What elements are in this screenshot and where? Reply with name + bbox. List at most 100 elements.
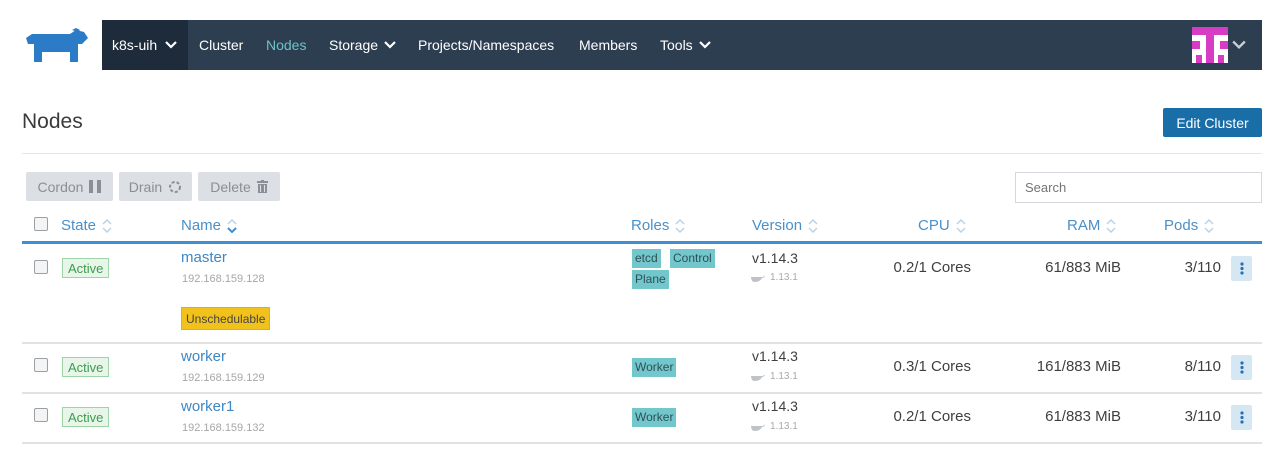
- column-label: Pods: [1164, 217, 1199, 234]
- rancher-logo-icon[interactable]: [22, 28, 92, 68]
- sort-icon: [1204, 218, 1214, 233]
- sort-icon: [956, 218, 966, 233]
- trash-icon: [256, 180, 268, 193]
- page-title: Nodes: [22, 110, 83, 133]
- nav-projects-namespaces[interactable]: Projects/Namespaces: [418, 20, 554, 70]
- chevron-down-icon: [165, 41, 177, 49]
- column-label: Roles: [631, 217, 670, 234]
- node-ip: 192.168.159.129: [182, 372, 265, 384]
- column-header-ram[interactable]: RAM: [1067, 217, 1116, 234]
- column-header-roles[interactable]: Roles: [631, 217, 685, 234]
- nav-label: Nodes: [266, 37, 307, 53]
- docker-icon: [751, 424, 765, 431]
- docker-version: 1.13.1: [751, 371, 798, 382]
- docker-version-label: 1.13.1: [770, 421, 798, 432]
- column-label: State: [61, 217, 97, 234]
- avatar-icon[interactable]: [1192, 27, 1228, 63]
- table-header-divider: [22, 241, 1262, 244]
- cpu-usage: 0.3/1 Cores: [893, 358, 971, 375]
- nav-tools[interactable]: Tools: [660, 20, 711, 70]
- column-label: Name: [181, 217, 222, 234]
- column-header-cpu[interactable]: CPU: [918, 217, 966, 234]
- column-header-name[interactable]: Name: [181, 217, 237, 234]
- column-header-state[interactable]: State: [61, 217, 112, 234]
- sort-icon: [1106, 218, 1116, 233]
- delete-label: Delete: [210, 178, 251, 195]
- cordon-button[interactable]: Cordon: [26, 172, 113, 201]
- kubernetes-version: v1.14.3: [752, 250, 798, 266]
- node-name-link[interactable]: worker: [181, 348, 226, 365]
- node-ip: 192.168.159.132: [182, 422, 265, 434]
- cluster-selector[interactable]: k8s-uih: [102, 20, 188, 70]
- nav-label: Members: [579, 37, 638, 53]
- kubernetes-version: v1.14.3: [752, 348, 798, 364]
- nav-nodes[interactable]: Nodes: [266, 20, 306, 70]
- cordon-label: Cordon: [37, 178, 84, 195]
- unschedulable-badge: Unschedulable: [181, 307, 271, 330]
- row-actions-button[interactable]: [1231, 405, 1252, 430]
- column-label: Version: [752, 217, 803, 234]
- kubernetes-version: v1.14.3: [752, 398, 798, 414]
- pause-icon: [89, 180, 102, 193]
- kebab-menu-icon: [1239, 411, 1244, 424]
- drain-button[interactable]: Drain: [119, 172, 192, 201]
- top-navbar: k8s-uih Cluster Nodes Storage Projects/N…: [102, 20, 1262, 70]
- nav-cluster[interactable]: Cluster: [199, 20, 243, 70]
- search-input[interactable]: [1015, 172, 1262, 203]
- ram-usage: 61/883 MiB: [1045, 408, 1121, 425]
- cpu-usage: 0.2/1 Cores: [893, 259, 971, 276]
- docker-version: 1.13.1: [751, 421, 798, 432]
- drain-label: Drain: [128, 178, 163, 195]
- row-actions-button[interactable]: [1231, 355, 1252, 380]
- row-divider: [22, 442, 1262, 444]
- role-badge: Worker: [632, 408, 677, 427]
- sort-icon: [808, 218, 818, 233]
- sort-icon: [227, 218, 237, 233]
- status-badge: Active: [62, 357, 110, 377]
- nav-label: Projects/Namespaces: [418, 37, 555, 53]
- edit-cluster-button[interactable]: Edit Cluster: [1163, 108, 1262, 137]
- column-label: RAM: [1067, 217, 1101, 234]
- docker-version-label: 1.13.1: [770, 272, 798, 283]
- nav-label: Tools: [660, 37, 693, 53]
- column-header-pods[interactable]: Pods: [1164, 217, 1214, 234]
- divider: [22, 153, 1262, 154]
- ram-usage: 161/883 MiB: [1036, 358, 1121, 375]
- column-label: CPU: [918, 217, 950, 234]
- nav-label: Cluster: [199, 37, 244, 53]
- row-checkbox[interactable]: [34, 260, 48, 274]
- role-badge: Control: [670, 249, 715, 268]
- status-badge: Active: [62, 258, 110, 278]
- nav-storage[interactable]: Storage: [329, 20, 396, 70]
- refresh-icon: [169, 180, 182, 193]
- pods-count: 3/110: [1184, 259, 1221, 276]
- sort-icon: [675, 218, 685, 233]
- chevron-down-icon: [384, 41, 396, 49]
- status-badge: Active: [62, 407, 110, 427]
- docker-version: 1.13.1: [751, 272, 798, 283]
- select-all-checkbox[interactable]: [34, 217, 48, 231]
- kebab-menu-icon: [1239, 361, 1244, 374]
- delete-button[interactable]: Delete: [198, 172, 280, 201]
- docker-icon: [751, 374, 765, 381]
- row-checkbox[interactable]: [34, 358, 48, 372]
- role-badge: etcd: [632, 249, 661, 268]
- chevron-down-icon: [698, 41, 711, 49]
- row-actions-button[interactable]: [1231, 256, 1252, 281]
- sort-icon: [102, 218, 112, 233]
- docker-version-label: 1.13.1: [770, 371, 798, 382]
- chevron-down-icon[interactable]: [1232, 40, 1246, 50]
- node-name-link[interactable]: master: [181, 249, 227, 266]
- row-checkbox[interactable]: [34, 408, 48, 422]
- node-ip: 192.168.159.128: [182, 273, 265, 285]
- column-header-version[interactable]: Version: [752, 217, 818, 234]
- kebab-menu-icon: [1239, 262, 1244, 275]
- role-badge: Plane: [632, 270, 669, 289]
- row-divider: [22, 342, 1262, 344]
- cluster-name: k8s-uih: [112, 37, 158, 53]
- row-divider: [22, 392, 1262, 394]
- node-name-link[interactable]: worker1: [181, 398, 234, 415]
- nav-members[interactable]: Members: [579, 20, 637, 70]
- pods-count: 3/110: [1184, 408, 1221, 425]
- role-badge: Worker: [632, 358, 677, 377]
